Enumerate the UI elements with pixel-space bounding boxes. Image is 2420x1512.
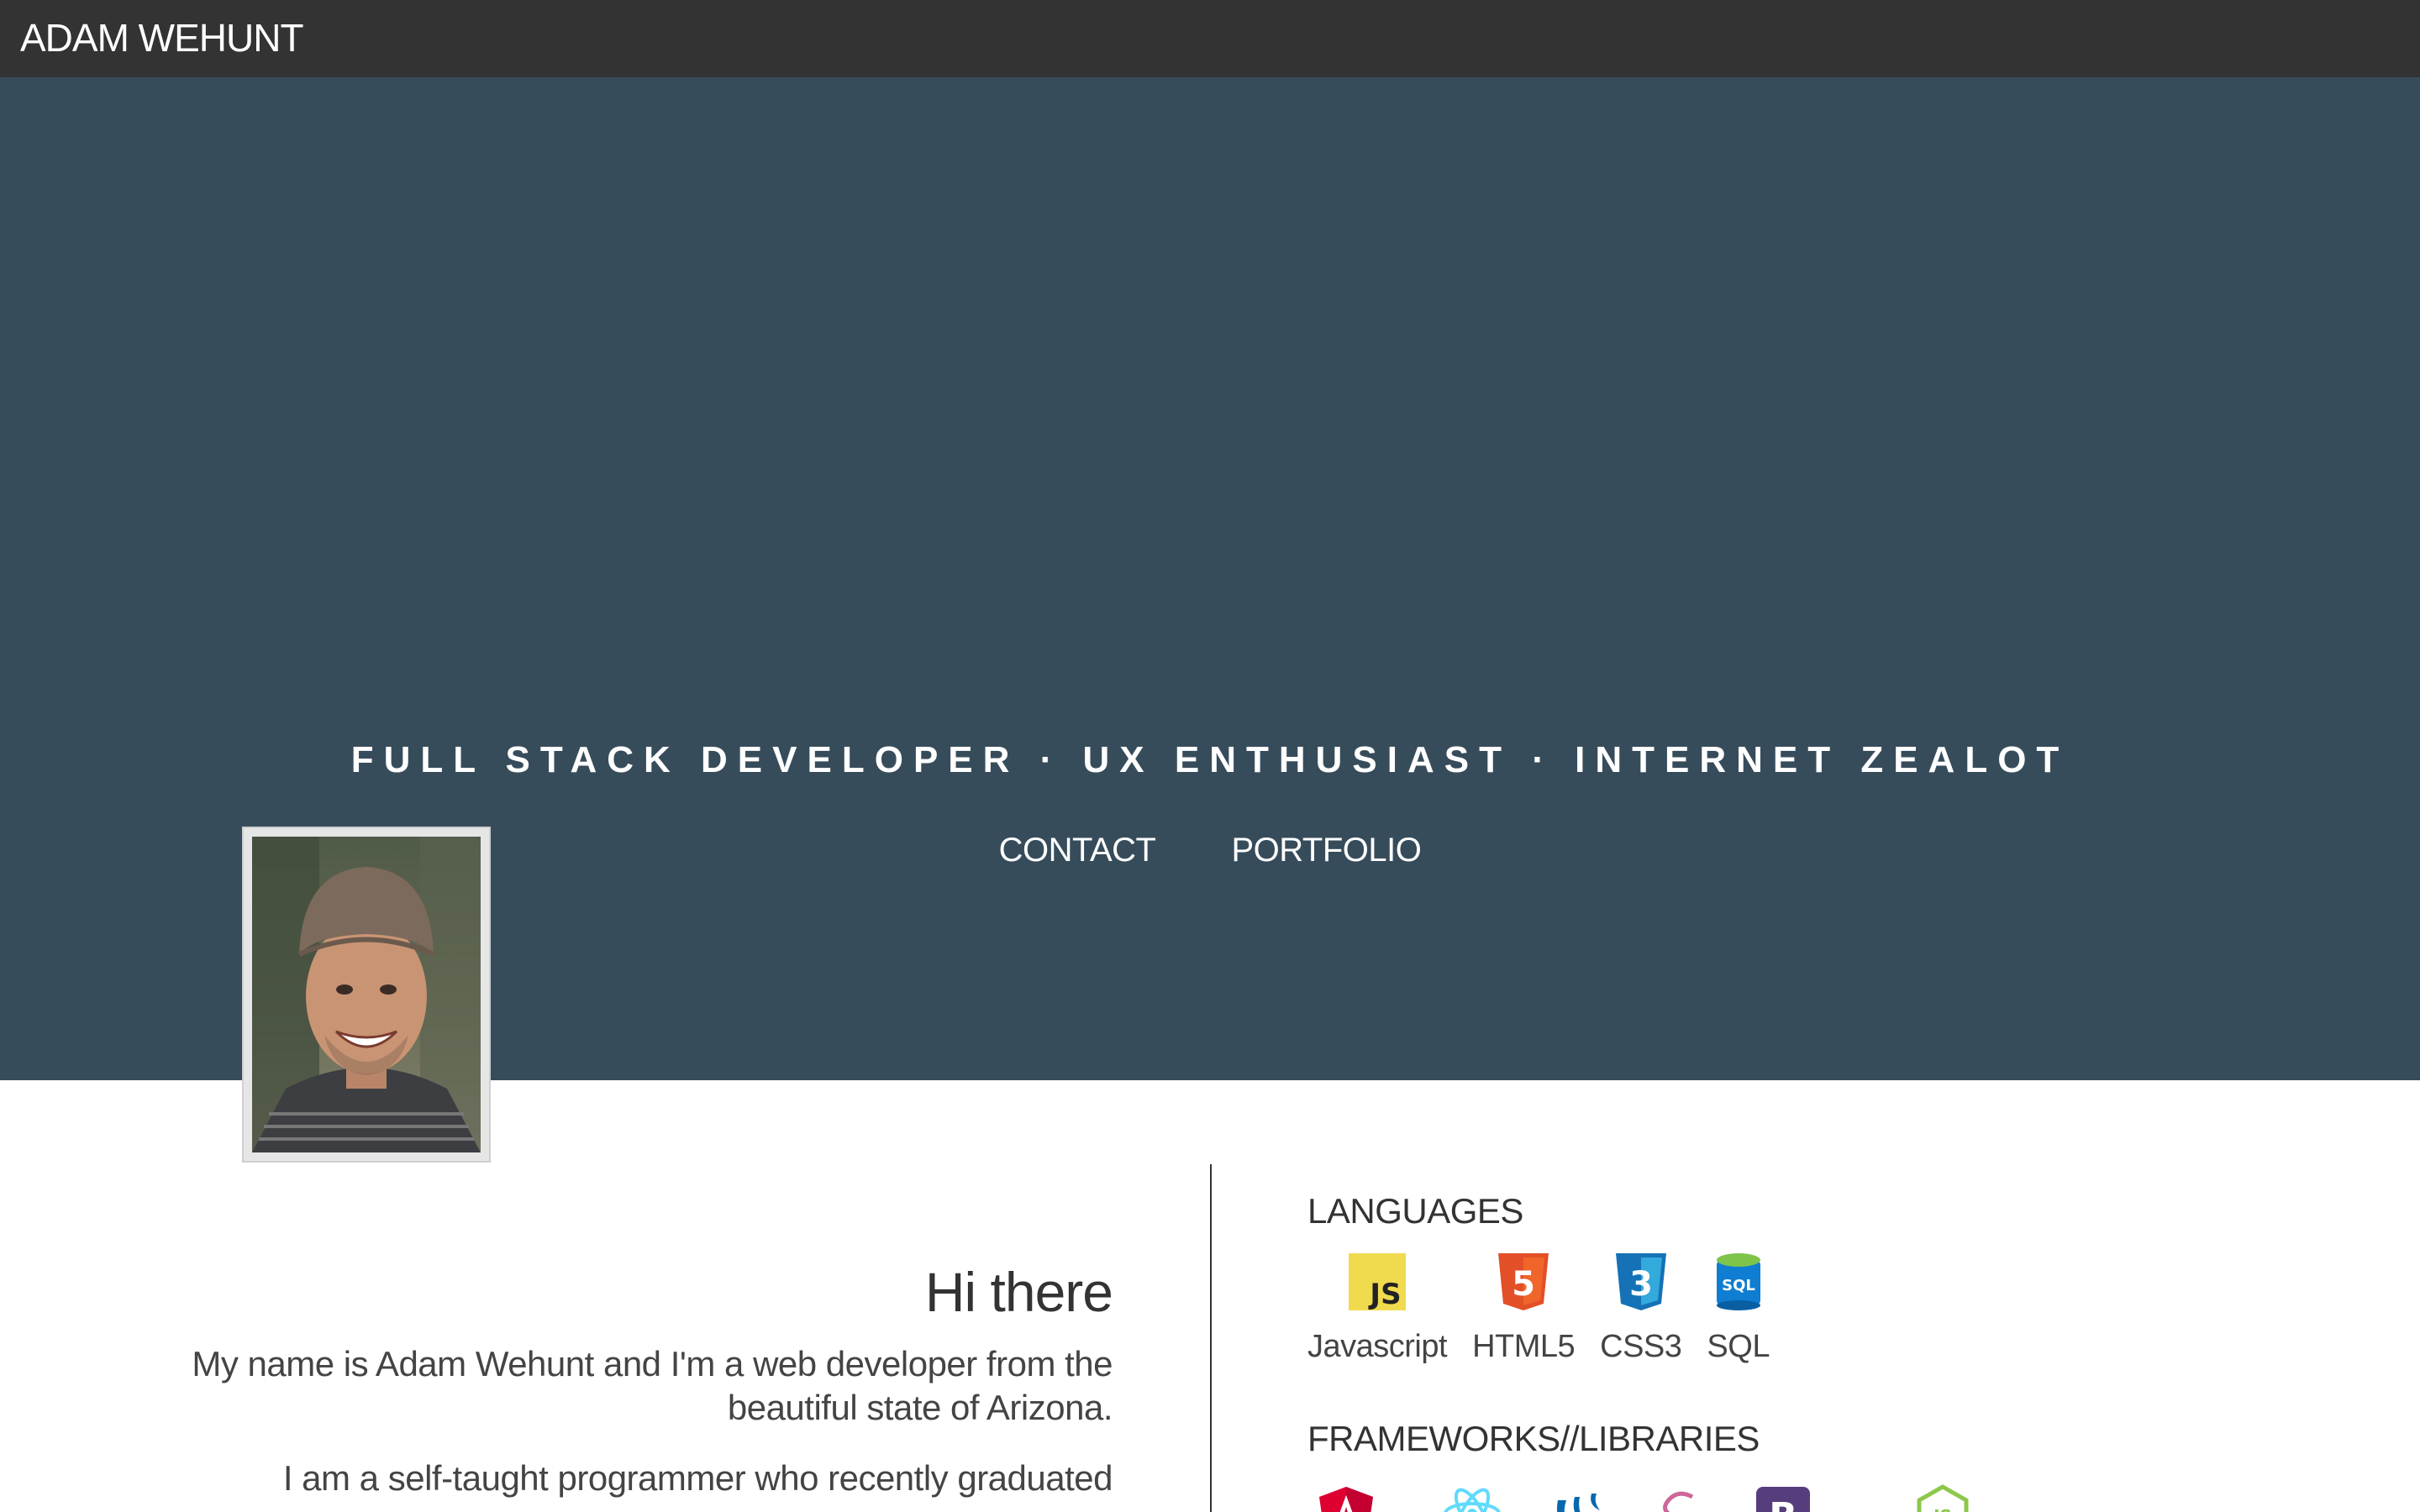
avatar xyxy=(242,827,491,1163)
brand-name[interactable]: ADAM WEHUNT xyxy=(20,15,304,60)
skill-label: CSS3 xyxy=(1600,1329,1682,1364)
intro-heading: Hi there xyxy=(924,1261,1113,1323)
section-divider xyxy=(1210,1164,1212,1512)
intro-section: Hi there My name is Adam Wehunt and I'm … xyxy=(104,1260,1113,1512)
css3-icon: 3 xyxy=(1615,1253,1666,1310)
portfolio-link[interactable]: PORTFOLIO xyxy=(1231,832,1421,869)
javascript-icon: JS xyxy=(1349,1253,1407,1311)
svg-text:B: B xyxy=(1769,1495,1797,1512)
frameworks-list: B JS xyxy=(1307,1483,2148,1512)
languages-title: LANGUAGES xyxy=(1307,1191,1523,1231)
bootstrap-icon: B xyxy=(1756,1487,1810,1512)
skill-label: HTML5 xyxy=(1472,1329,1576,1364)
svg-text:SQL: SQL xyxy=(1722,1277,1755,1294)
svg-text:3: 3 xyxy=(1629,1265,1653,1304)
sass-icon xyxy=(1663,1491,1694,1512)
intro-paragraph-2: I am a self-taught programmer who recent… xyxy=(282,1458,1113,1498)
svg-text:5: 5 xyxy=(1512,1265,1535,1304)
skill-label: SQL xyxy=(1707,1329,1770,1364)
skill-css3: 3 CSS3 xyxy=(1600,1252,1682,1365)
react-icon xyxy=(1444,1488,1501,1512)
jquery-icon xyxy=(1557,1494,1600,1512)
sql-icon: SQL xyxy=(1716,1253,1760,1310)
top-bar: ADAM WEHUNT xyxy=(0,0,2420,77)
profile-photo xyxy=(252,837,481,1152)
intro-paragraph: My name is Adam Wehunt and I'm a web dev… xyxy=(192,1344,1113,1427)
skill-html5: 5 HTML5 xyxy=(1472,1252,1576,1365)
skills-section: LANGUAGES JS Javascript 5 HTML5 3 CSS3 S… xyxy=(1307,1191,2232,1512)
svg-text:JS: JS xyxy=(1368,1278,1401,1311)
languages-list: JS Javascript 5 HTML5 3 CSS3 SQL SQL xyxy=(1307,1252,2232,1365)
svg-text:JS: JS xyxy=(1932,1506,1952,1512)
contact-link[interactable]: CONTACT xyxy=(999,832,1156,869)
hero-tagline: FULL STACK DEVELOPER · UX ENTHUSIAST · I… xyxy=(350,739,2070,780)
frameworks-title: FRAMEWORKS//LIBRARIES xyxy=(1307,1419,1760,1458)
skill-javascript: JS Javascript xyxy=(1307,1252,1448,1365)
skill-sql: SQL SQL xyxy=(1707,1252,1770,1365)
skill-label: Javascript xyxy=(1307,1329,1448,1364)
html5-icon: 5 xyxy=(1498,1253,1549,1310)
nodejs-icon: JS xyxy=(1917,1484,1969,1512)
angular-icon xyxy=(1319,1487,1373,1512)
